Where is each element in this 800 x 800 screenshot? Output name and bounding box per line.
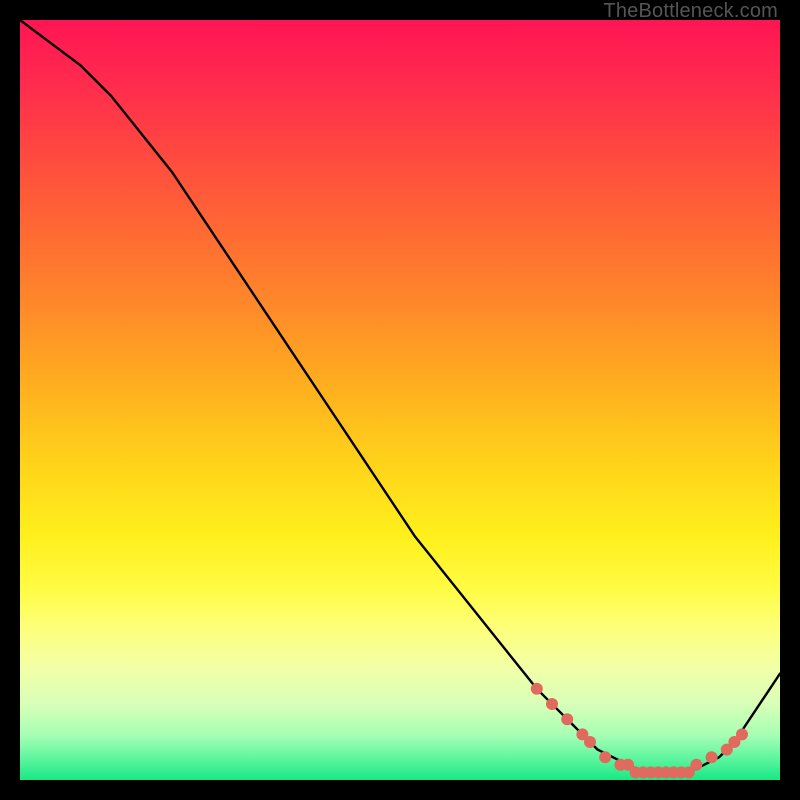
- chart-frame: TheBottleneck.com: [0, 0, 800, 800]
- chart-marker: [561, 713, 573, 725]
- chart-marker: [584, 736, 596, 748]
- chart-marker: [599, 751, 611, 763]
- chart-marker: [531, 683, 543, 695]
- chart-marker: [736, 728, 748, 740]
- chart-overlay: [20, 20, 780, 780]
- chart-marker: [690, 759, 702, 771]
- chart-plot-area: [20, 20, 780, 780]
- chart-marker: [706, 751, 718, 763]
- chart-marker: [546, 698, 558, 710]
- chart-markers: [531, 683, 748, 779]
- chart-curve: [20, 20, 780, 772]
